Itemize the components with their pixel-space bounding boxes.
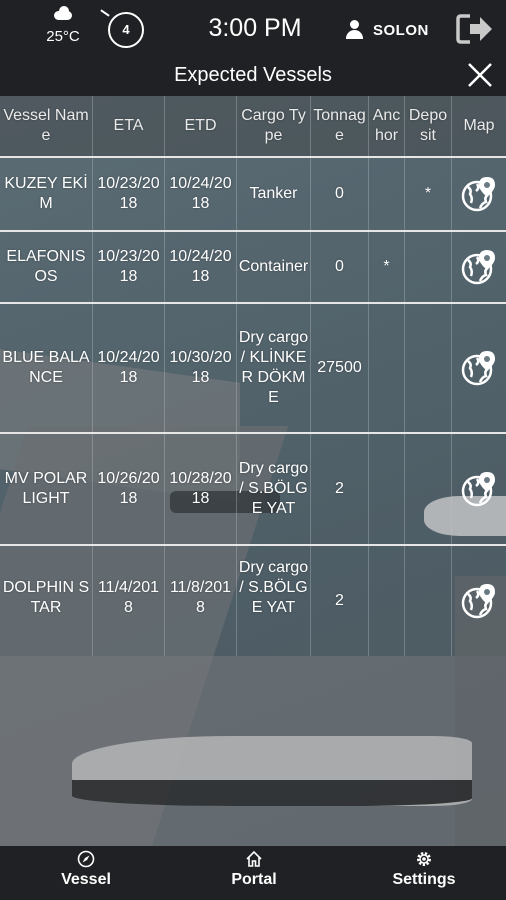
map-cell[interactable] xyxy=(452,546,506,656)
user-info: SOLON xyxy=(345,19,429,41)
vessel-eta: 10/24/2018 xyxy=(93,304,165,432)
column-header-eta: ETA xyxy=(93,96,165,156)
map-pin-globe-icon[interactable] xyxy=(460,470,498,508)
vessel-anchor xyxy=(369,304,405,432)
nav-label-settings: Settings xyxy=(392,871,456,888)
home-icon xyxy=(246,850,262,867)
nav-item-settings[interactable]: Settings xyxy=(386,850,462,889)
vessel-etd: 10/28/2018 xyxy=(165,434,237,544)
clock: 3:00 PM xyxy=(208,14,302,42)
expected-vessels-table: Vessel Name ETA ETD Cargo Type Tonnage A… xyxy=(0,96,506,656)
close-icon[interactable] xyxy=(466,61,494,89)
vessel-name: MV POLARLIGHT xyxy=(0,434,93,544)
bottom-nav: Vessel Portal Settings xyxy=(0,846,506,900)
vessel-anchor xyxy=(369,158,405,230)
column-header-cargo-type: Cargo Type xyxy=(237,96,311,156)
nav-item-vessel[interactable]: Vessel xyxy=(56,850,116,889)
map-cell[interactable] xyxy=(452,158,506,230)
compass-icon xyxy=(77,850,95,868)
vessel-cargo-type: Container xyxy=(237,232,311,302)
map-pin-globe-icon[interactable] xyxy=(460,349,498,387)
vessel-name: KUZEY EKİM xyxy=(0,158,93,230)
map-pin-globe-icon[interactable] xyxy=(460,175,498,213)
status-bar: 25°C 4 3:00 PM SOLON xyxy=(0,0,506,58)
title-bar: Expected Vessels xyxy=(0,58,506,96)
map-pin-globe-icon[interactable] xyxy=(460,248,498,286)
wind-speed-indicator: 4 xyxy=(108,12,144,48)
column-header-tonnage: Tonnage xyxy=(311,96,369,156)
vessel-eta: 11/4/2018 xyxy=(93,546,165,656)
vessel-eta: 10/23/2018 xyxy=(93,232,165,302)
vessel-tonnage: 0 xyxy=(311,158,369,230)
vessel-eta: 10/23/2018 xyxy=(93,158,165,230)
vessel-etd: 10/24/2018 xyxy=(165,158,237,230)
vessel-anchor: * xyxy=(369,232,405,302)
weather-widget: 25°C xyxy=(40,6,86,45)
vessel-tonnage: 2 xyxy=(311,546,369,656)
user-name: SOLON xyxy=(373,21,429,39)
column-header-vessel-name: Vessel Name xyxy=(0,96,93,156)
vessel-etd: 11/8/2018 xyxy=(165,546,237,656)
user-icon xyxy=(345,20,363,40)
vessel-cargo-type: Dry cargo / S.BÖLGE YAT xyxy=(237,546,311,656)
vessel-deposit xyxy=(405,546,452,656)
logout-icon[interactable] xyxy=(456,13,494,45)
vessel-cargo-type: Dry cargo / S.BÖLGE YAT xyxy=(237,434,311,544)
page-title: Expected Vessels xyxy=(174,64,332,86)
nav-item-portal[interactable]: Portal xyxy=(223,850,285,889)
vessel-name: BLUE BALANCE xyxy=(0,304,93,432)
cloud-icon xyxy=(52,6,74,20)
map-cell[interactable] xyxy=(452,434,506,544)
wind-direction-tick xyxy=(100,9,110,17)
gear-icon xyxy=(417,852,431,866)
nav-label-portal: Portal xyxy=(231,871,277,888)
column-header-etd: ETD xyxy=(165,96,237,156)
vessel-cargo-type: Tanker xyxy=(237,158,311,230)
table-row[interactable]: KUZEY EKİM 10/23/2018 10/24/2018 Tanker … xyxy=(0,158,506,232)
vessel-deposit xyxy=(405,232,452,302)
table-row[interactable]: MV POLARLIGHT 10/26/2018 10/28/2018 Dry … xyxy=(0,434,506,546)
vessel-deposit xyxy=(405,304,452,432)
map-cell[interactable] xyxy=(452,232,506,302)
vessel-etd: 10/30/2018 xyxy=(165,304,237,432)
vessel-deposit: * xyxy=(405,158,452,230)
column-header-anchor: Anchor xyxy=(369,96,405,156)
column-header-map: Map xyxy=(463,117,495,134)
temperature: 25°C xyxy=(46,28,80,45)
vessel-name: DOLPHIN STAR xyxy=(0,546,93,656)
vessel-etd: 10/24/2018 xyxy=(165,232,237,302)
table-row[interactable]: DOLPHIN STAR 11/4/2018 11/8/2018 Dry car… xyxy=(0,546,506,656)
vessel-tonnage: 27500 xyxy=(311,304,369,432)
table-row[interactable]: ELAFONISOS 10/23/2018 10/24/2018 Contain… xyxy=(0,232,506,304)
table-row[interactable]: BLUE BALANCE 10/24/2018 10/30/2018 Dry c… xyxy=(0,304,506,434)
vessel-anchor xyxy=(369,434,405,544)
vessel-tonnage: 0 xyxy=(311,232,369,302)
table-header-row: Vessel Name ETA ETD Cargo Type Tonnage A… xyxy=(0,96,506,158)
vessel-eta: 10/26/2018 xyxy=(93,434,165,544)
nav-label-vessel: Vessel xyxy=(61,871,111,888)
vessel-cargo-type: Dry cargo / KLİNKER DÖKME xyxy=(237,304,311,432)
column-header-deposit: Deposit xyxy=(405,96,452,156)
map-pin-globe-icon[interactable] xyxy=(460,582,498,620)
map-cell[interactable] xyxy=(452,304,506,432)
vessel-deposit xyxy=(405,434,452,544)
vessel-anchor xyxy=(369,546,405,656)
vessel-tonnage: 2 xyxy=(311,434,369,544)
vessel-name: ELAFONISOS xyxy=(0,232,93,302)
